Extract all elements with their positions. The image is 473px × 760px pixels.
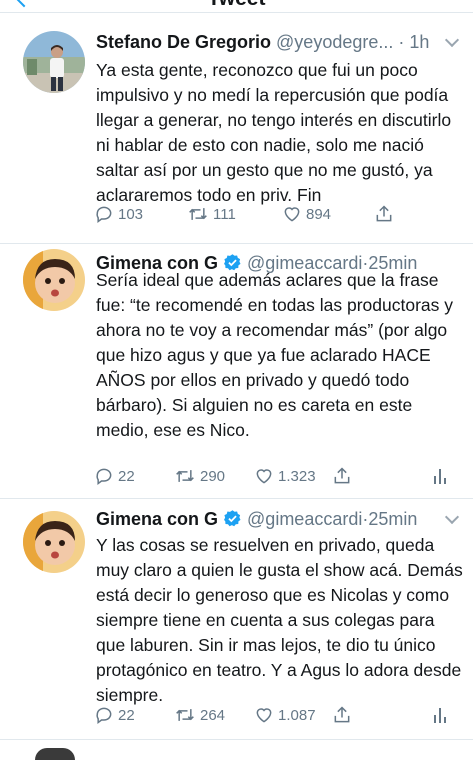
retweet-button[interactable]: 111: [187, 202, 236, 226]
retweet-count: 264: [200, 706, 226, 724]
retweet-icon: [176, 709, 194, 721]
verified-badge-icon: [224, 510, 241, 527]
tweet[interactable]: Gimena con G @gimeaccardi·25min Y las cos…: [0, 499, 473, 739]
heart-icon: [256, 469, 272, 484]
avatar[interactable]: [23, 511, 85, 573]
user-handle[interactable]: @yeyodegre...: [276, 32, 393, 52]
heart-icon: [284, 207, 300, 222]
display-name[interactable]: Stefano De Gregorio: [96, 32, 271, 52]
tweet-header: Stefano De Gregorio @yeyodegre... · 1h: [96, 30, 463, 54]
display-name[interactable]: Gimena con G: [96, 509, 218, 529]
reply-count: 22: [118, 467, 135, 485]
next-tweet-avatar[interactable]: [35, 748, 75, 760]
tweet-text: Ya esta gente, reconozco que fui un poco…: [96, 60, 452, 205]
like-count: 894: [306, 205, 332, 223]
reply-icon: [96, 468, 112, 485]
share-icon: [334, 706, 350, 723]
separator-dot: ·: [398, 32, 405, 52]
analytics-button[interactable]: [432, 464, 448, 488]
tweet-text: Sería ideal que además aclares que la fr…: [96, 270, 454, 440]
analytics-icon: [434, 469, 446, 484]
tweet[interactable]: Stefano De Gregorio @yeyodegre... · 1h Ya…: [0, 13, 473, 243]
like-button[interactable]: 894: [282, 202, 331, 226]
like-button[interactable]: 1.087: [254, 703, 316, 727]
share-icon: [376, 205, 392, 222]
heart-icon: [256, 708, 272, 723]
tweet-header: Gimena con G @gimeaccardi·25min: [96, 507, 463, 531]
reply-icon: [96, 206, 112, 223]
avatar[interactable]: [23, 31, 85, 93]
share-button[interactable]: [332, 703, 352, 727]
timestamp: 25min: [368, 509, 418, 529]
retweet-button[interactable]: 290: [174, 464, 225, 488]
reply-button[interactable]: 22: [94, 464, 135, 488]
reply-count: 103: [118, 205, 144, 223]
timestamp: 1h: [409, 32, 430, 52]
share-button[interactable]: [332, 464, 352, 488]
retweet-count: 111: [213, 205, 236, 223]
retweet-icon: [189, 208, 207, 220]
retweet-button[interactable]: 264: [174, 703, 225, 727]
tweet-actions: 22 290 1.323: [94, 464, 464, 488]
tweet[interactable]: Gimena con G @gimeaccardi·25min Sería ide…: [0, 244, 473, 498]
like-button[interactable]: 1.323: [254, 464, 316, 488]
page-title: Tweet: [0, 0, 473, 11]
reply-button[interactable]: 22: [94, 703, 135, 727]
avatar[interactable]: [23, 249, 85, 311]
analytics-button[interactable]: [432, 703, 448, 727]
retweet-icon: [176, 470, 194, 482]
share-button[interactable]: [374, 202, 394, 226]
user-handle[interactable]: @gimeaccardi: [247, 509, 362, 529]
share-icon: [334, 467, 350, 484]
top-navigation-bar: Tweet: [0, 0, 473, 12]
divider: [0, 739, 473, 740]
tweet-actions: 103 111 894: [94, 202, 464, 226]
tweet-actions: 22 264 1.087: [94, 703, 464, 727]
reply-count: 22: [118, 706, 135, 724]
reply-icon: [96, 707, 112, 724]
retweet-count: 290: [200, 467, 226, 485]
like-count: 1.087: [278, 706, 316, 724]
analytics-icon: [434, 708, 446, 723]
reply-button[interactable]: 103: [94, 202, 143, 226]
tweet-text: Y las cosas se resuelven en privado, que…: [96, 535, 463, 705]
like-count: 1.323: [278, 467, 316, 485]
